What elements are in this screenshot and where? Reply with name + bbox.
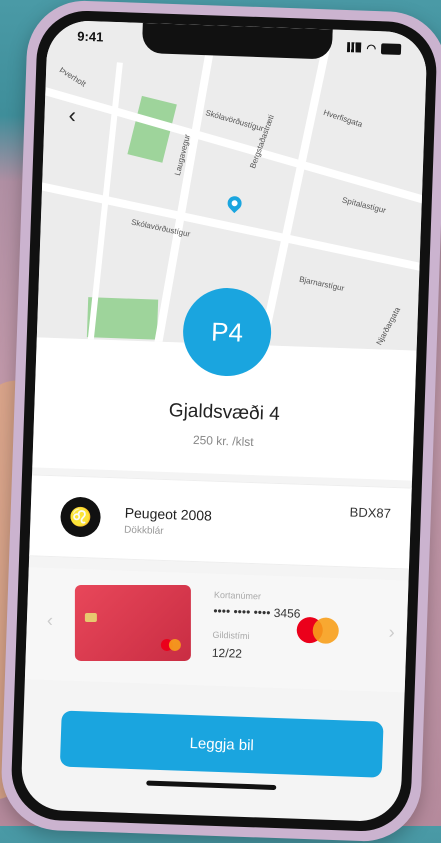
battery-icon: [380, 42, 402, 55]
mastercard-icon: [296, 616, 340, 645]
wifi-icon: ◠: [366, 42, 377, 55]
signal-icon: [347, 42, 362, 53]
back-chevron-icon[interactable]: ‹: [68, 102, 76, 128]
peugeot-lion-icon: ♌: [59, 496, 102, 538]
status-icons: ◠: [347, 38, 402, 58]
street-label: Spítalastígur: [341, 195, 387, 216]
chevron-right-icon[interactable]: ›: [388, 622, 395, 643]
card-number: •••• •••• •••• 3456: [213, 603, 301, 621]
street-label: Þverholt: [57, 65, 88, 89]
phone-bezel: 9:41 ◠ Þverholt Skólavörðustígur Laugave…: [9, 9, 439, 833]
app-screen: 9:41 ◠ Þverholt Skólavörðustígur Laugave…: [20, 19, 428, 823]
credit-card-image: [74, 584, 191, 661]
license-plate: BDX87: [349, 504, 392, 521]
phone-case: 9:41 ◠ Þverholt Skólavörðustígur Laugave…: [0, 0, 441, 843]
vehicle-color: Dökkblár: [123, 524, 164, 537]
expiry-date: 12/22: [211, 645, 243, 661]
street-label: Njarðargata: [374, 305, 403, 347]
mastercard-icon: [160, 638, 183, 651]
status-time: 9:41: [77, 28, 104, 45]
street-label: Bjarnarstígur: [298, 274, 346, 293]
location-pin-icon[interactable]: [224, 193, 245, 214]
vehicle-model: Peugeot 2008: [124, 504, 213, 524]
payment-carousel[interactable]: ‹ Kortanúmer •••• •••• •••• 3456 Gildist…: [24, 567, 409, 693]
street-label: Skólavörðustígur: [204, 108, 265, 134]
park-car-button[interactable]: Leggja bil: [59, 710, 384, 778]
vehicle-row[interactable]: ♌ Peugeot 2008 Dökkblár BDX87: [29, 474, 412, 570]
expiry-label: Gildistími: [212, 629, 250, 642]
chevron-left-icon[interactable]: ‹: [47, 610, 54, 631]
street-label: Hverfisgata: [322, 107, 364, 129]
card-number-label: Kortanúmer: [213, 589, 262, 602]
card-chip: [84, 612, 97, 622]
home-indicator: [146, 780, 277, 791]
road: [258, 31, 334, 346]
